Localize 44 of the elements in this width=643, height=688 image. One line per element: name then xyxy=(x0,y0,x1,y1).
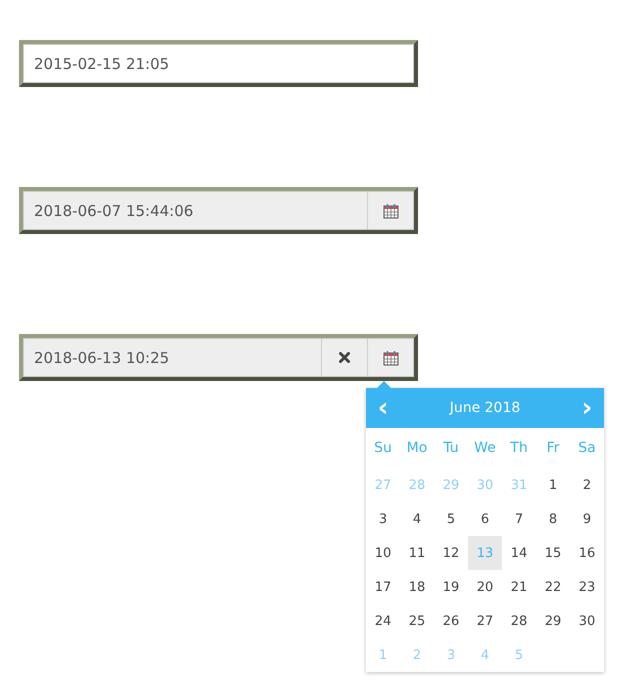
calendar-icon xyxy=(382,202,398,218)
day-cell[interactable]: 27 xyxy=(468,604,502,638)
day-cell[interactable]: 30 xyxy=(570,604,604,638)
date-field[interactable]: 2018-06-13 10:25 xyxy=(19,334,418,381)
day-cell[interactable]: 18 xyxy=(400,570,434,604)
day-cell[interactable]: 22 xyxy=(536,570,570,604)
day-cell[interactable]: 1 xyxy=(536,468,570,502)
day-cell[interactable]: 23 xyxy=(570,570,604,604)
day-cell[interactable]: 12 xyxy=(434,536,468,570)
day-cell[interactable]: 28 xyxy=(502,604,536,638)
weekday-label: We xyxy=(473,439,497,458)
date-field[interactable]: 2018-06-07 15:44:06 xyxy=(19,187,418,234)
day-cell[interactable]: 5 xyxy=(434,502,468,536)
calendar-button[interactable] xyxy=(367,339,413,376)
day-cell[interactable]: 7 xyxy=(502,502,536,536)
day-cell[interactable]: 21 xyxy=(502,570,536,604)
day-cell[interactable]: 20 xyxy=(468,570,502,604)
calendar-icon xyxy=(382,350,398,366)
day-cell[interactable]: 4 xyxy=(400,502,434,536)
day-cell[interactable]: 11 xyxy=(400,536,434,570)
day-cell[interactable]: 25 xyxy=(400,604,434,638)
day-cell[interactable]: 3 xyxy=(366,502,400,536)
day-cell[interactable]: 9 xyxy=(570,502,604,536)
day-cell[interactable]: 19 xyxy=(434,570,468,604)
day-cell[interactable]: 24 xyxy=(366,604,400,638)
weekday-label: Sa xyxy=(577,439,597,458)
weekday-label: Tu xyxy=(442,439,460,458)
weekday-label: Th xyxy=(509,439,529,458)
close-icon xyxy=(339,352,350,363)
day-cell[interactable]: 29 xyxy=(536,604,570,638)
weekday-label: Mo xyxy=(406,439,428,458)
weekday-label: Fr xyxy=(546,439,560,458)
clear-button[interactable] xyxy=(321,339,367,376)
day-cell[interactable]: 26 xyxy=(434,604,468,638)
day-cell[interactable]: 8 xyxy=(536,502,570,536)
day-cell[interactable]: 2 xyxy=(570,468,604,502)
day-cell[interactable]: 17 xyxy=(366,570,400,604)
calendar-button[interactable] xyxy=(367,192,413,229)
day-cell[interactable]: 15 xyxy=(536,536,570,570)
day-cell[interactable]: 14 xyxy=(502,536,536,570)
weekday-label: Su xyxy=(373,439,393,458)
day-cell[interactable]: 6 xyxy=(468,502,502,536)
day-cell[interactable]: 16 xyxy=(570,536,604,570)
day-cell[interactable]: 10 xyxy=(366,536,400,570)
